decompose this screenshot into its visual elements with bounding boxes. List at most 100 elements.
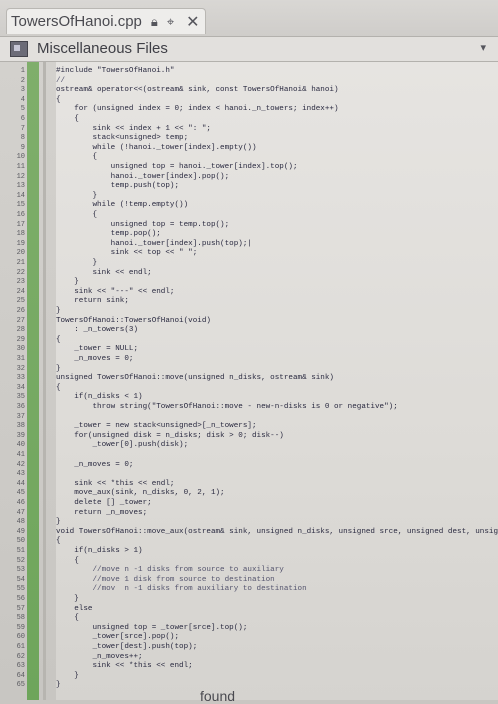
code-line[interactable]: } <box>56 306 498 316</box>
code-line[interactable]: } <box>56 258 498 268</box>
line-number: 37 <box>16 412 25 421</box>
code-line[interactable]: //move 1 disk from source to destination <box>56 575 498 585</box>
code-line[interactable]: temp.pop(); <box>56 229 498 239</box>
line-number: 45 <box>16 489 25 498</box>
line-number: 47 <box>16 508 25 517</box>
code-line[interactable]: while (!temp.empty()) <box>56 200 498 210</box>
pin-icon[interactable]: ⌖ <box>167 14 174 30</box>
code-line[interactable]: { <box>56 210 498 220</box>
code-line[interactable]: sink << index + 1 << ": "; <box>56 124 498 134</box>
code-line[interactable]: { <box>56 536 498 546</box>
code-line[interactable]: _tower[0].push(disk); <box>56 440 498 450</box>
code-line[interactable]: for(unsigned disk = n_disks; disk > 0; d… <box>56 431 498 441</box>
code-line[interactable]: { <box>56 95 498 105</box>
code-line[interactable] <box>56 450 498 460</box>
code-line[interactable]: return _n_moves; <box>56 508 498 518</box>
code-line[interactable]: ostream& operator<<(ostream& sink, const… <box>56 85 498 95</box>
code-line[interactable]: unsigned top = temp.top(); <box>56 220 498 230</box>
code-line[interactable]: sink << *this << endl; <box>56 479 498 489</box>
code-line[interactable]: sink << *this << endl; <box>56 661 498 671</box>
line-number: 40 <box>16 441 25 450</box>
line-number: 43 <box>16 470 25 479</box>
code-line[interactable]: : _n_towers(3) <box>56 325 498 335</box>
code-line[interactable]: TowersOfHanoi::TowersOfHanoi(void) <box>56 316 498 326</box>
code-line[interactable]: _n_moves = 0; <box>56 460 498 470</box>
navigation-bar[interactable]: Miscellaneous Files ▾ <box>0 36 498 62</box>
code-line[interactable]: temp.push(top); <box>56 181 498 191</box>
code-line[interactable] <box>56 412 498 422</box>
code-line[interactable]: _tower[dest].push(top); <box>56 642 498 652</box>
code-line[interactable]: { <box>56 114 498 124</box>
line-number: 28 <box>16 326 25 335</box>
code-line[interactable]: stack<unsigned> temp; <box>56 133 498 143</box>
code-line[interactable]: hanoi._tower[index].push(top);| <box>56 239 498 249</box>
code-line[interactable]: sink << "---" << endl; <box>56 287 498 297</box>
code-line[interactable]: while (!hanoi._tower[index].empty()) <box>56 143 498 153</box>
line-number: 56 <box>16 595 25 603</box>
code-line[interactable]: _tower[srce].pop(); <box>56 632 498 642</box>
line-number: 59 <box>16 623 25 632</box>
line-number: 64 <box>16 671 25 680</box>
code-line[interactable]: } <box>56 680 498 690</box>
code-line[interactable]: if(n_disks > 1) <box>56 546 498 556</box>
code-line[interactable]: { <box>56 613 498 623</box>
code-line[interactable]: } <box>56 191 498 201</box>
code-line[interactable]: // <box>56 76 498 86</box>
code-line[interactable]: { <box>56 152 498 162</box>
project-dropdown-label[interactable]: Miscellaneous Files <box>37 40 168 57</box>
code-line[interactable] <box>56 469 498 479</box>
code-line[interactable]: //mov n -1 disks from auxiliary to desti… <box>56 584 498 594</box>
code-line[interactable]: move_aux(sink, n_disks, 0, 2, 1); <box>56 488 498 498</box>
line-number: 65 <box>16 681 25 690</box>
line-number: 60 <box>16 633 25 642</box>
code-line[interactable]: _n_moves = 0; <box>56 354 498 364</box>
code-line[interactable]: _tower = new stack<unsigned>[_n_towers]; <box>56 421 498 431</box>
outlining-margin[interactable] <box>43 62 46 700</box>
code-line[interactable]: } <box>56 364 498 374</box>
change-tracking-margin <box>27 62 39 700</box>
code-line[interactable]: hanoi._tower[index].pop(); <box>56 172 498 182</box>
document-tab[interactable]: TowersOfHanoi.cpp 🔒︎ ⌖ ✕ <box>6 8 206 34</box>
line-number: 39 <box>16 431 25 440</box>
line-number: 52 <box>16 556 25 565</box>
code-line[interactable]: } <box>56 671 498 681</box>
code-editor[interactable]: 1 #include "TowersOfHanoi.h" 2 // 3 ostream& … <box>0 62 498 704</box>
code-line[interactable]: unsigned TowersOfHanoi::move(unsigned n_… <box>56 373 498 383</box>
code-line[interactable]: { <box>56 335 498 345</box>
code-line[interactable]: unsigned top = hanoi._tower[index].top()… <box>56 162 498 172</box>
code-line[interactable]: sink << endl; <box>56 268 498 278</box>
line-number: 55 <box>16 585 25 594</box>
line-number: 46 <box>16 499 25 507</box>
code-line[interactable]: { <box>56 383 498 393</box>
code-line[interactable]: void TowersOfHanoi::move_aux(ostream& si… <box>56 527 498 537</box>
code-line[interactable]: unsigned top = _tower[srce].top(); <box>56 623 498 633</box>
line-number: 12 <box>16 172 25 181</box>
code-line[interactable]: for (unsigned index = 0; index < hanoi._… <box>56 104 498 114</box>
code-line[interactable]: throw string("TowersOfHanoi::move - new-… <box>56 402 498 412</box>
line-number: 5 <box>20 105 25 114</box>
code-line[interactable]: return sink; <box>56 296 498 306</box>
code-line[interactable]: delete [] _tower; <box>56 498 498 508</box>
code-line[interactable]: else <box>56 604 498 614</box>
code-line[interactable]: } <box>56 517 498 527</box>
code-line[interactable]: //move n -1 disks from source to auxilia… <box>56 565 498 575</box>
chevron-down-icon[interactable]: ▾ <box>480 41 486 54</box>
line-number: 54 <box>16 575 25 584</box>
line-number: 36 <box>16 403 25 411</box>
line-number: 63 <box>16 662 25 671</box>
code-line[interactable]: if(n_disks < 1) <box>56 392 498 402</box>
code-line[interactable]: #include "TowersOfHanoi.h" <box>56 66 498 76</box>
code-line[interactable]: { <box>56 556 498 566</box>
line-number: 50 <box>16 537 25 546</box>
tab-title: TowersOfHanoi.cpp <box>11 13 142 30</box>
line-number: 4 <box>20 95 25 104</box>
line-number: 53 <box>16 566 25 575</box>
code-line[interactable]: } <box>56 277 498 287</box>
code-line[interactable]: _n_moves++; <box>56 652 498 662</box>
close-icon[interactable]: ✕ <box>186 12 199 32</box>
code-line[interactable]: } <box>56 594 498 604</box>
code-line[interactable]: _tower = NULL; <box>56 344 498 354</box>
line-number: 38 <box>16 422 25 431</box>
code-line[interactable]: sink << top << " "; <box>56 248 498 258</box>
line-number: 15 <box>16 201 25 210</box>
